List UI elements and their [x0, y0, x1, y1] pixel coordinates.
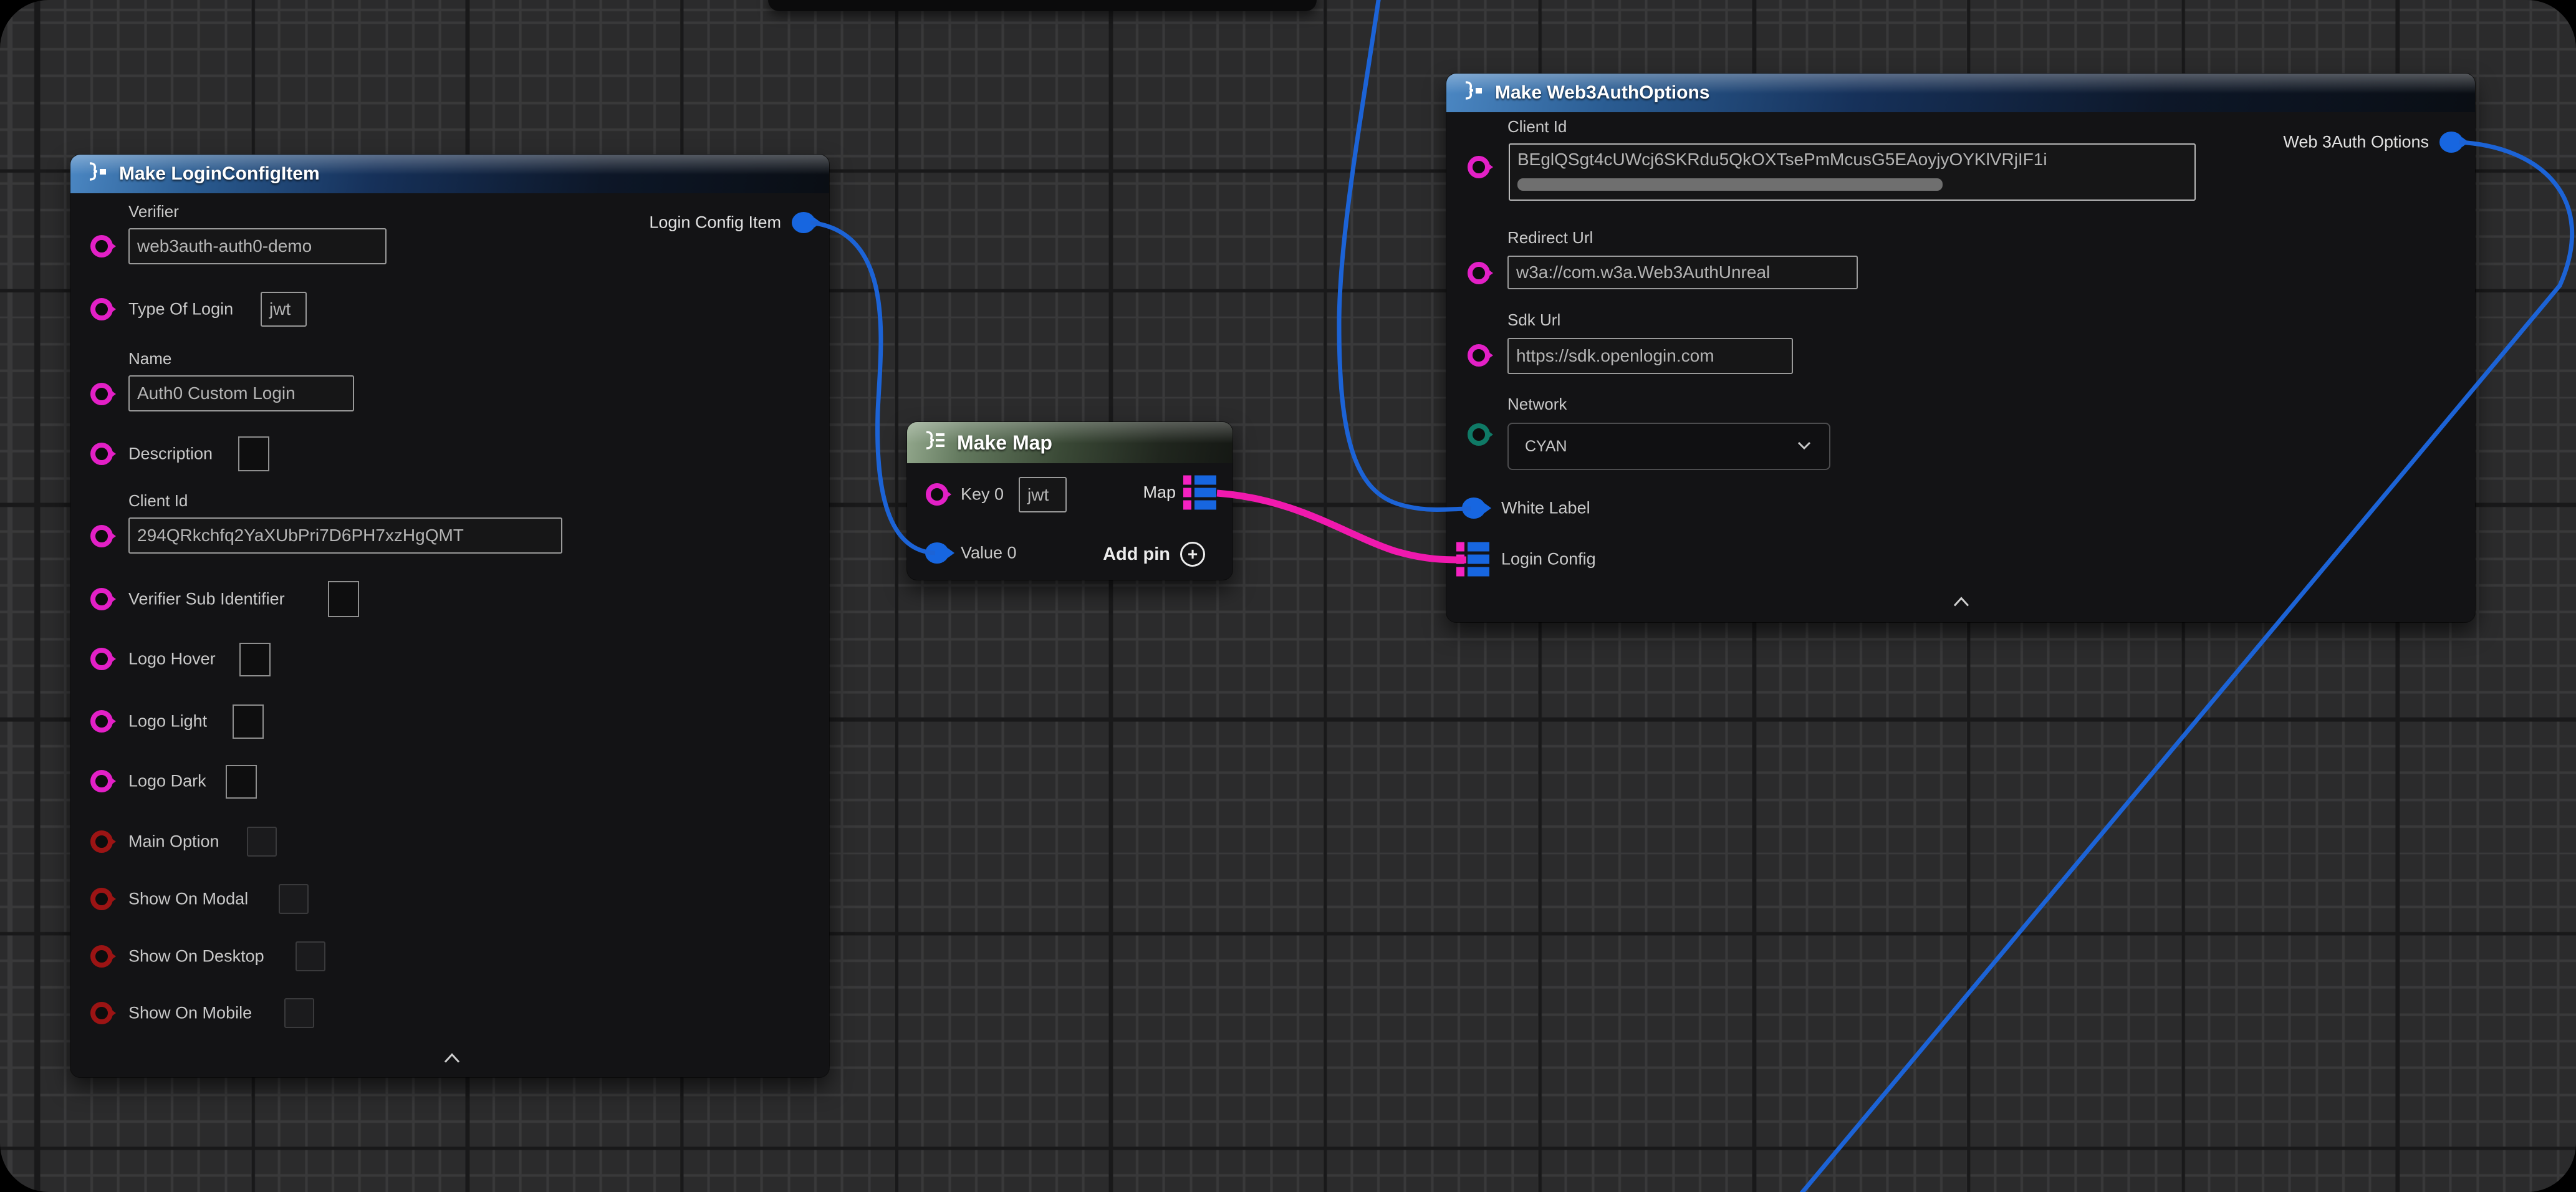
key0-input[interactable]: jwt	[1019, 477, 1067, 512]
blueprint-graph-canvas[interactable]: Make LoginConfigItem Login Config Item V…	[0, 0, 2576, 1192]
name-label: Name	[128, 349, 171, 368]
redirect-url-pin[interactable]	[1468, 262, 1490, 284]
make-struct-icon	[83, 160, 109, 188]
chevron-up-icon	[443, 1052, 461, 1065]
client-id-label: Client Id	[1507, 117, 1567, 137]
show-on-mobile-label: Show On Mobile	[128, 1004, 252, 1023]
collapse-node-button[interactable]	[1952, 596, 1971, 612]
network-dropdown[interactable]: CYAN	[1507, 423, 1830, 470]
logo-dark-input[interactable]	[226, 765, 257, 799]
show-on-modal-checkbox[interactable]	[279, 884, 309, 914]
make-map-icon	[920, 429, 947, 456]
node-make-web3auth-options[interactable]: Make Web3AuthOptions Web 3Auth Options C…	[1446, 74, 2475, 622]
verifier-sub-identifier-pin[interactable]	[90, 588, 113, 610]
show-on-desktop-checkbox[interactable]	[296, 941, 325, 971]
white-label-label: White Label	[1501, 499, 1590, 518]
node-header[interactable]: Make Web3AuthOptions	[1446, 74, 2475, 112]
verifier-sub-identifier-input[interactable]	[328, 581, 359, 617]
client-id-pin[interactable]	[90, 525, 113, 547]
type-of-login-input[interactable]: jwt	[261, 292, 307, 327]
redirect-url-label: Redirect Url	[1507, 228, 1593, 248]
value0-pin[interactable]	[925, 542, 949, 564]
logo-dark-pin[interactable]	[90, 770, 113, 792]
wire-map-to-login-config[interactable]	[1217, 493, 1466, 560]
sdk-url-input[interactable]: https://sdk.openlogin.com	[1507, 338, 1793, 374]
chevron-down-icon	[1795, 438, 1813, 456]
collapse-node-button[interactable]	[443, 1052, 461, 1068]
logo-hover-pin[interactable]	[90, 648, 113, 670]
main-option-pin[interactable]	[90, 830, 113, 853]
redirect-url-input[interactable]: w3a://com.w3a.Web3AuthUnreal	[1507, 256, 1858, 289]
add-pin-label: Add pin	[1103, 544, 1170, 565]
node-make-map[interactable]: Make Map Key 0 jwt Map Value 0 Add pin +	[907, 422, 1233, 580]
node-make-login-config-item[interactable]: Make LoginConfigItem Login Config Item V…	[70, 155, 829, 1077]
show-on-modal-pin[interactable]	[90, 888, 113, 910]
client-id-input[interactable]: BEglQSgt4cUWcj6SKRdu5QkOXTsePmMcusG5EAoy…	[1509, 143, 2196, 201]
name-input[interactable]: Auth0 Custom Login	[128, 375, 354, 411]
main-option-checkbox[interactable]	[247, 827, 277, 857]
web3auth-options-output-label: Web 3Auth Options	[2283, 133, 2429, 152]
show-on-mobile-checkbox[interactable]	[284, 998, 314, 1028]
add-pin-button[interactable]: Add pin +	[1103, 542, 1205, 567]
show-on-modal-label: Show On Modal	[128, 890, 248, 909]
white-label-pin[interactable]	[1462, 497, 1486, 519]
logo-dark-label: Logo Dark	[128, 772, 206, 791]
show-on-desktop-label: Show On Desktop	[128, 947, 264, 966]
network-selected-value: CYAN	[1525, 438, 1567, 456]
node-header[interactable]: Make LoginConfigItem	[70, 155, 829, 193]
key0-label: Key 0	[961, 485, 1004, 504]
name-pin[interactable]	[90, 383, 113, 405]
sdk-url-label: Sdk Url	[1507, 310, 1560, 330]
verifier-sub-identifier-label: Verifier Sub Identifier	[128, 590, 285, 609]
node-title: Make Map	[957, 431, 1052, 454]
logo-light-label: Logo Light	[128, 712, 207, 731]
description-input[interactable]	[238, 436, 269, 471]
client-id-pin[interactable]	[1468, 156, 1490, 178]
key0-pin[interactable]	[926, 483, 948, 506]
make-struct-icon	[1459, 79, 1485, 107]
logo-hover-label: Logo Hover	[128, 650, 216, 669]
sdk-url-pin[interactable]	[1468, 344, 1490, 367]
logo-light-pin[interactable]	[90, 710, 113, 733]
main-option-label: Main Option	[128, 832, 219, 852]
description-label: Description	[128, 445, 213, 464]
verifier-label: Verifier	[128, 202, 179, 221]
verifier-input[interactable]: web3auth-auth0-demo	[128, 228, 387, 264]
node-title: Make LoginConfigItem	[119, 163, 320, 185]
web3auth-options-output-pin[interactable]	[2439, 132, 2463, 153]
network-label: Network	[1507, 395, 1567, 414]
show-on-mobile-pin[interactable]	[90, 1002, 113, 1024]
node-header[interactable]: Make Map	[907, 422, 1233, 463]
logo-hover-input[interactable]	[239, 643, 271, 676]
show-on-desktop-pin[interactable]	[90, 945, 113, 968]
type-of-login-label: Type Of Login	[128, 300, 233, 319]
login-config-label: Login Config	[1501, 550, 1596, 569]
client-id-label: Client Id	[128, 491, 188, 511]
chevron-up-icon	[1952, 596, 1971, 608]
map-output-pin[interactable]	[1183, 476, 1216, 510]
node-title: Make Web3AuthOptions	[1495, 82, 1709, 103]
login-config-item-output-pin[interactable]	[792, 212, 815, 233]
login-config-item-output-label: Login Config Item	[649, 213, 781, 233]
plus-icon: +	[1180, 542, 1205, 567]
login-config-pin[interactable]	[1456, 542, 1489, 577]
verifier-pin[interactable]	[90, 235, 113, 257]
description-pin[interactable]	[90, 443, 113, 465]
type-of-login-pin[interactable]	[90, 298, 113, 320]
map-output-label: Map	[1143, 483, 1176, 502]
logo-light-input[interactable]	[233, 704, 264, 739]
value0-label: Value 0	[961, 544, 1017, 563]
offscreen-node-top[interactable]	[768, 0, 1317, 11]
network-pin[interactable]	[1468, 423, 1490, 446]
client-id-input[interactable]: 294QRkchfq2YaXUbPri7D6PH7xzHgQMT	[128, 517, 562, 554]
client-id-scrollbar[interactable]	[1517, 178, 1943, 191]
